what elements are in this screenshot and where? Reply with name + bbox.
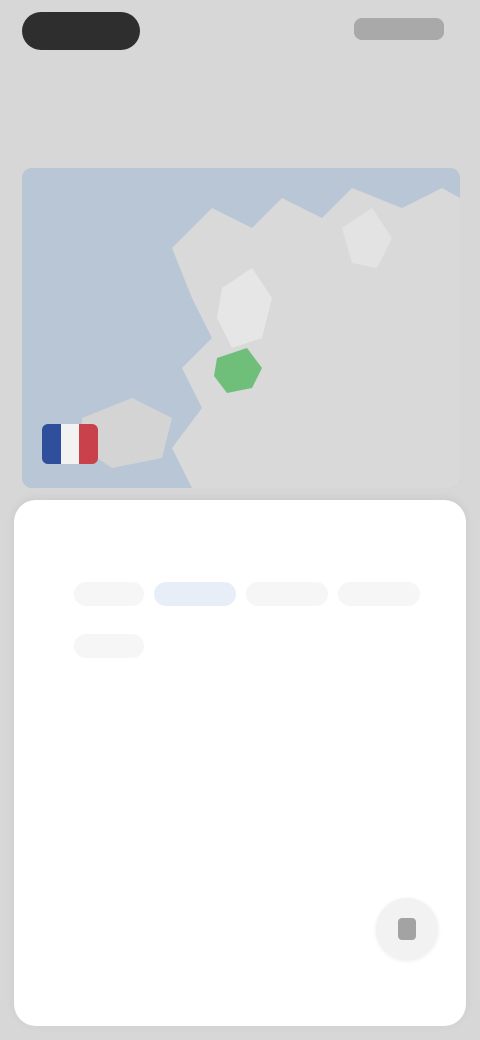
menu-item-3[interactable] [60, 808, 220, 828]
filter-chip-2[interactable] [154, 582, 236, 606]
floating-action-button[interactable] [376, 898, 438, 960]
page-subtitle [70, 100, 220, 116]
filter-chip-5[interactable] [74, 634, 144, 658]
filter-chip-4[interactable] [338, 582, 420, 606]
filter-chip-3[interactable] [246, 582, 328, 606]
filter-chip-1[interactable] [74, 582, 144, 606]
screen [0, 0, 480, 1040]
map-location-label [112, 426, 322, 444]
top-bar [0, 0, 480, 64]
app-logo[interactable] [22, 12, 140, 50]
top-action-button[interactable] [354, 18, 444, 40]
menu-item-4[interactable] [60, 862, 140, 882]
map-location-sublabel [112, 450, 232, 464]
lock-icon [398, 918, 416, 940]
sheet-title [62, 538, 222, 556]
menu-item-2[interactable] [60, 756, 190, 776]
country-flag [42, 424, 98, 464]
bottom-sheet [14, 500, 466, 1026]
menu-item-5[interactable] [60, 920, 240, 940]
menu-item-1[interactable] [60, 704, 170, 724]
